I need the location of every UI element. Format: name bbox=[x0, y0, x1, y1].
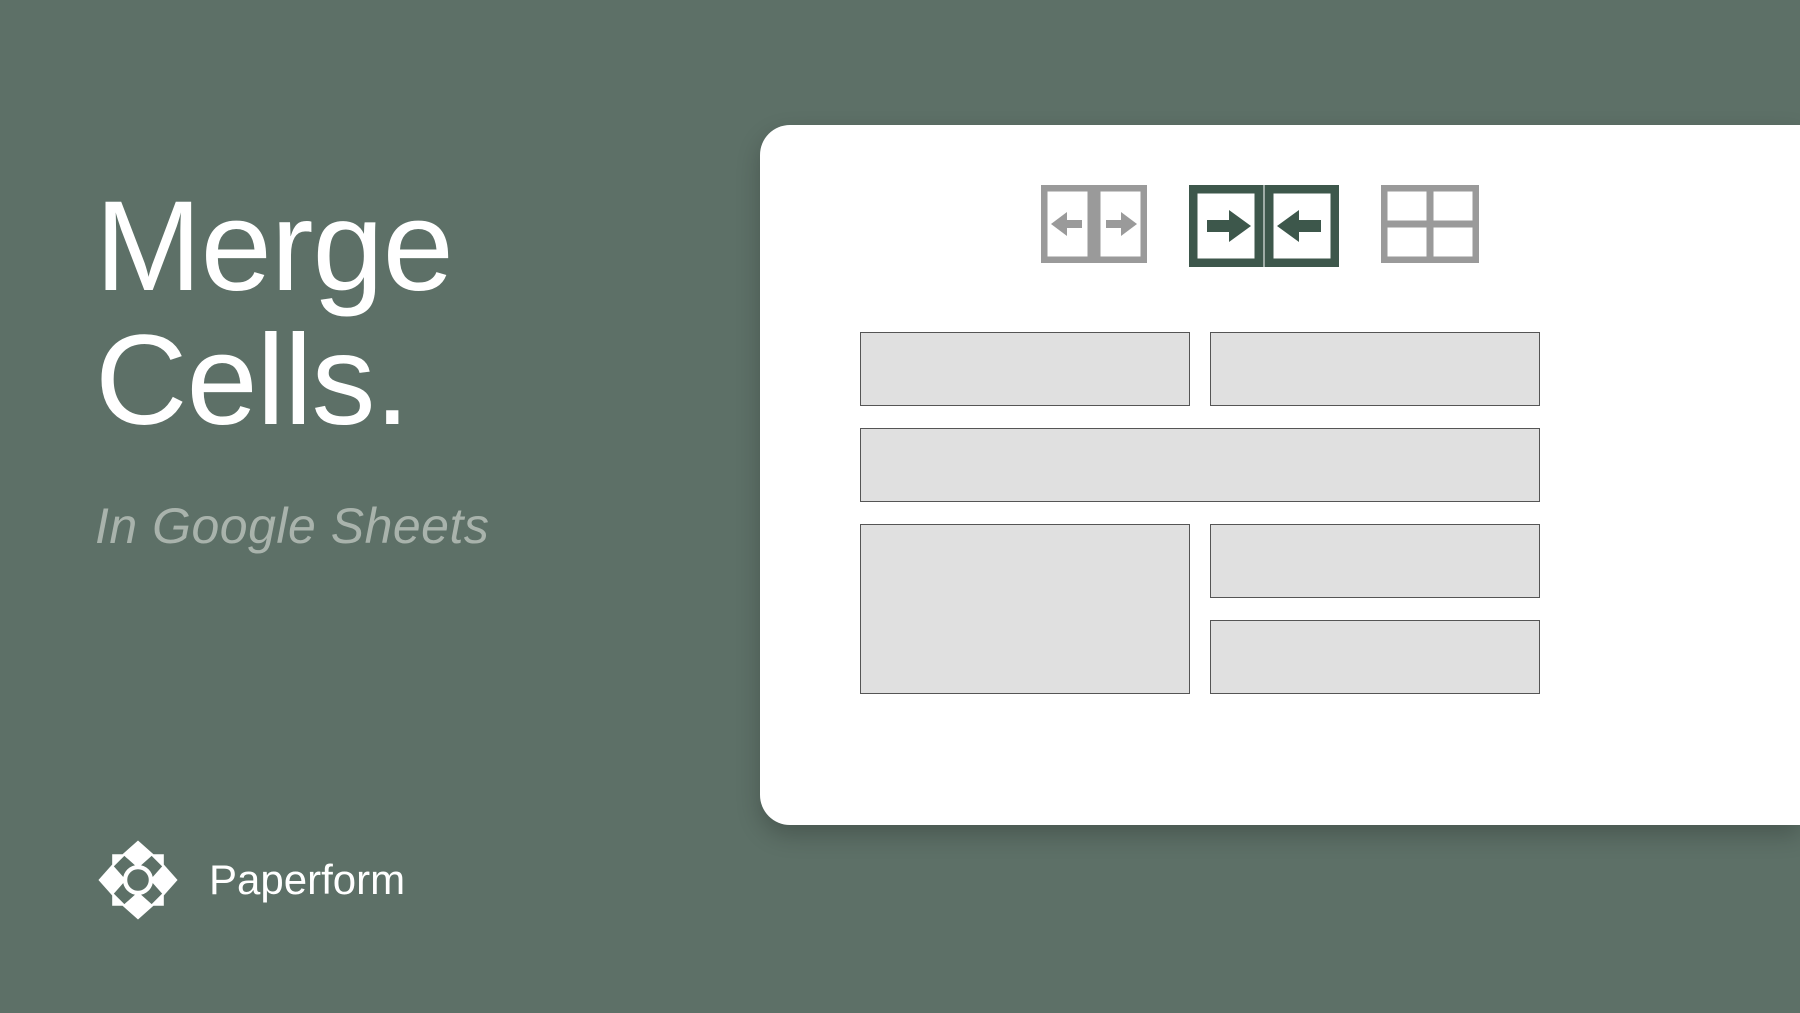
merge-horizontal-icon bbox=[1189, 185, 1339, 272]
cell-row bbox=[860, 524, 1760, 694]
unmerge-cells-icon bbox=[1041, 185, 1147, 272]
grid-cells-icon bbox=[1381, 185, 1479, 272]
merged-cell-vertical bbox=[860, 524, 1190, 694]
cells-illustration bbox=[760, 332, 1800, 694]
heading-block: Merge Cells. In Google Sheets bbox=[95, 180, 489, 555]
page-subtitle: In Google Sheets bbox=[95, 497, 489, 555]
cell-row bbox=[860, 332, 1760, 406]
illustration-card bbox=[760, 125, 1800, 825]
title-line-1: Merge bbox=[95, 175, 453, 318]
title-line-2: Cells. bbox=[95, 309, 409, 452]
cell-row bbox=[860, 428, 1760, 502]
paperform-logo-icon bbox=[95, 837, 181, 923]
cell bbox=[1210, 524, 1540, 598]
brand-block: Paperform bbox=[95, 837, 405, 923]
cell-stack bbox=[1210, 524, 1540, 694]
cell bbox=[1210, 332, 1540, 406]
brand-name: Paperform bbox=[209, 856, 405, 904]
cell bbox=[1210, 620, 1540, 694]
cell bbox=[860, 332, 1190, 406]
merged-cell bbox=[860, 428, 1540, 502]
page-title: Merge Cells. bbox=[95, 180, 489, 449]
merge-toolbar bbox=[760, 185, 1800, 272]
